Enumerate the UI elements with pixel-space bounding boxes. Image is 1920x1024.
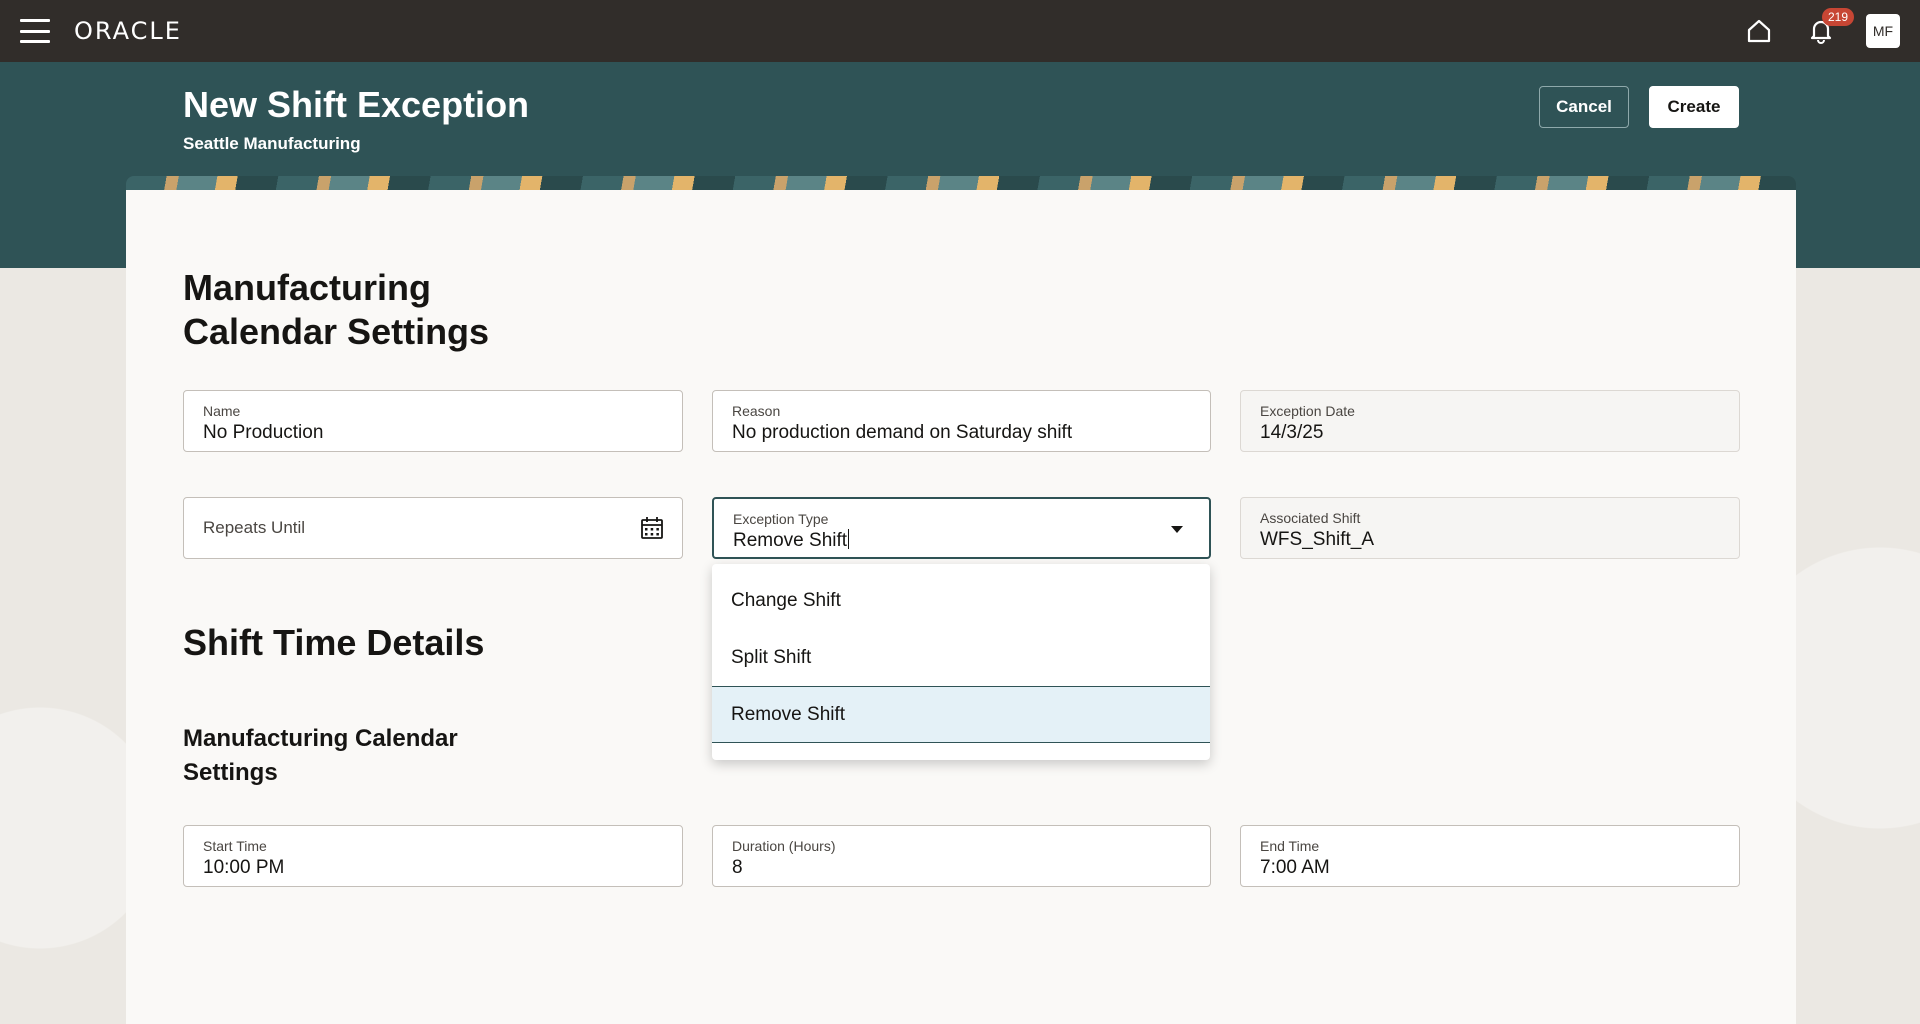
reason-label: Reason [732,403,781,419]
exception-type-dropdown: Change Shift Split Shift Remove Shift [712,564,1210,760]
name-label: Name [203,403,241,419]
section-title-shift-time-details: Shift Time Details [183,622,485,663]
cancel-button[interactable]: Cancel [1539,86,1629,128]
start-time-value: 10:00 PM [203,857,285,878]
text-cursor [848,529,850,549]
end-time-label: End Time [1260,838,1320,854]
user-avatar[interactable]: MF [1866,14,1900,48]
duration-field[interactable]: Duration (Hours) 8 [712,825,1211,887]
duration-value: 8 [732,857,743,878]
dropdown-option-split-shift[interactable]: Split Shift [712,629,1210,686]
reason-value: No production demand on Saturday shift [732,422,1073,443]
section-title-calendar-settings: Manufacturing Calendar Settings [183,267,490,352]
start-time-field[interactable]: Start Time 10:00 PM [183,825,683,887]
chevron-down-icon[interactable] [1171,526,1183,533]
exception-date-label: Exception Date [1260,403,1355,419]
calendar-icon[interactable] [640,516,664,545]
exception-date-value: 14/3/25 [1260,422,1324,443]
notification-badge: 219 [1822,8,1855,26]
oracle-logo[interactable]: ORACLE [74,17,182,45]
page-title: New Shift Exception [183,84,530,125]
notifications-icon[interactable]: 219 [1804,8,1855,48]
repeats-until-field[interactable]: Repeats Until [183,497,683,559]
associated-shift-value: WFS_Shift_A [1260,529,1375,550]
duration-label: Duration (Hours) [732,838,836,854]
repeats-until-label: Repeats Until [203,518,306,537]
end-time-field[interactable]: End Time 7:00 AM [1240,825,1740,887]
associated-shift-label: Associated Shift [1260,510,1361,526]
exception-type-select[interactable]: Exception Type Remove Shift [712,497,1211,559]
name-value: No Production [203,422,324,443]
start-time-label: Start Time [203,838,267,854]
dropdown-option-change-shift[interactable]: Change Shift [712,572,1210,629]
name-field[interactable]: Name No Production [183,390,683,452]
dropdown-option-remove-shift[interactable]: Remove Shift [712,686,1210,743]
exception-type-label: Exception Type [733,511,829,527]
exception-type-value: Remove Shift [733,530,848,551]
create-button[interactable]: Create [1649,86,1739,128]
page-subtitle: Seattle Manufacturing [183,134,361,153]
associated-shift-field: Associated Shift WFS_Shift_A [1240,497,1740,559]
menu-icon[interactable] [20,19,50,43]
reason-field[interactable]: Reason No production demand on Saturday … [712,390,1211,452]
home-icon[interactable] [1742,14,1776,48]
exception-date-field: Exception Date 14/3/25 [1240,390,1740,452]
subsection-title-calendar-settings: Manufacturing Calendar Settings [183,725,458,786]
end-time-value: 7:00 AM [1260,857,1330,878]
top-navigation-bar: ORACLE 219 MF [0,0,1920,62]
